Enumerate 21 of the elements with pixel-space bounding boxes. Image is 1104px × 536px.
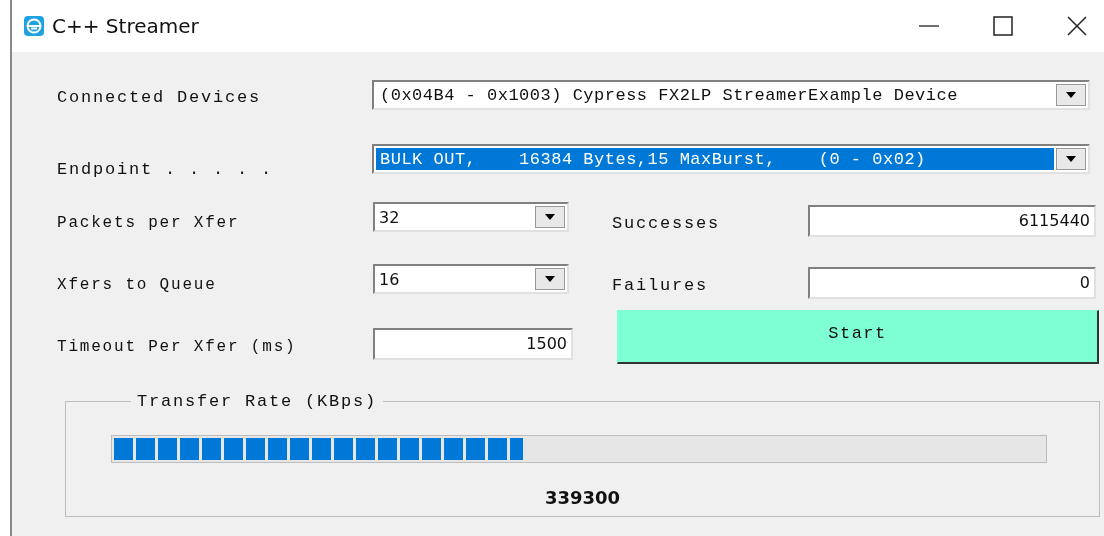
rate-value: 339300 [543, 487, 622, 508]
dropdown[interactable]: (0x04B4 - 0x1003) Cypress FX2LP StreamerExample Device [372, 80, 1090, 110]
start-button[interactable]: Start [617, 310, 1099, 364]
close-icon[interactable] [1066, 15, 1088, 37]
field-label: Xfers to Queue [57, 275, 218, 294]
field-label: Timeout Per Xfer (ms) [57, 337, 298, 356]
field-label: Packets per Xfer [57, 213, 241, 232]
dropdown[interactable]: 16 [373, 264, 569, 294]
output-field: 6115440 [808, 205, 1096, 237]
dropdown[interactable]: 32 [373, 202, 569, 232]
field-label: Successes [612, 213, 721, 235]
output-field: 0 [808, 267, 1096, 299]
maximize-icon[interactable] [992, 15, 1014, 37]
input-field[interactable]: 1500 [373, 328, 573, 360]
field-label: Connected Devices [57, 87, 263, 107]
dropdown[interactable]: BULK OUT, 16384 Bytes,15 MaxBurst, (0 - 0x02) [372, 144, 1090, 174]
window-title: C++ Streamer [52, 14, 199, 38]
field-label: Failures [612, 275, 709, 297]
field-label: Endpoint . . . . . [57, 159, 275, 179]
group-title: Transfer Rate (KBps) [136, 392, 379, 411]
app-icon [24, 16, 44, 36]
